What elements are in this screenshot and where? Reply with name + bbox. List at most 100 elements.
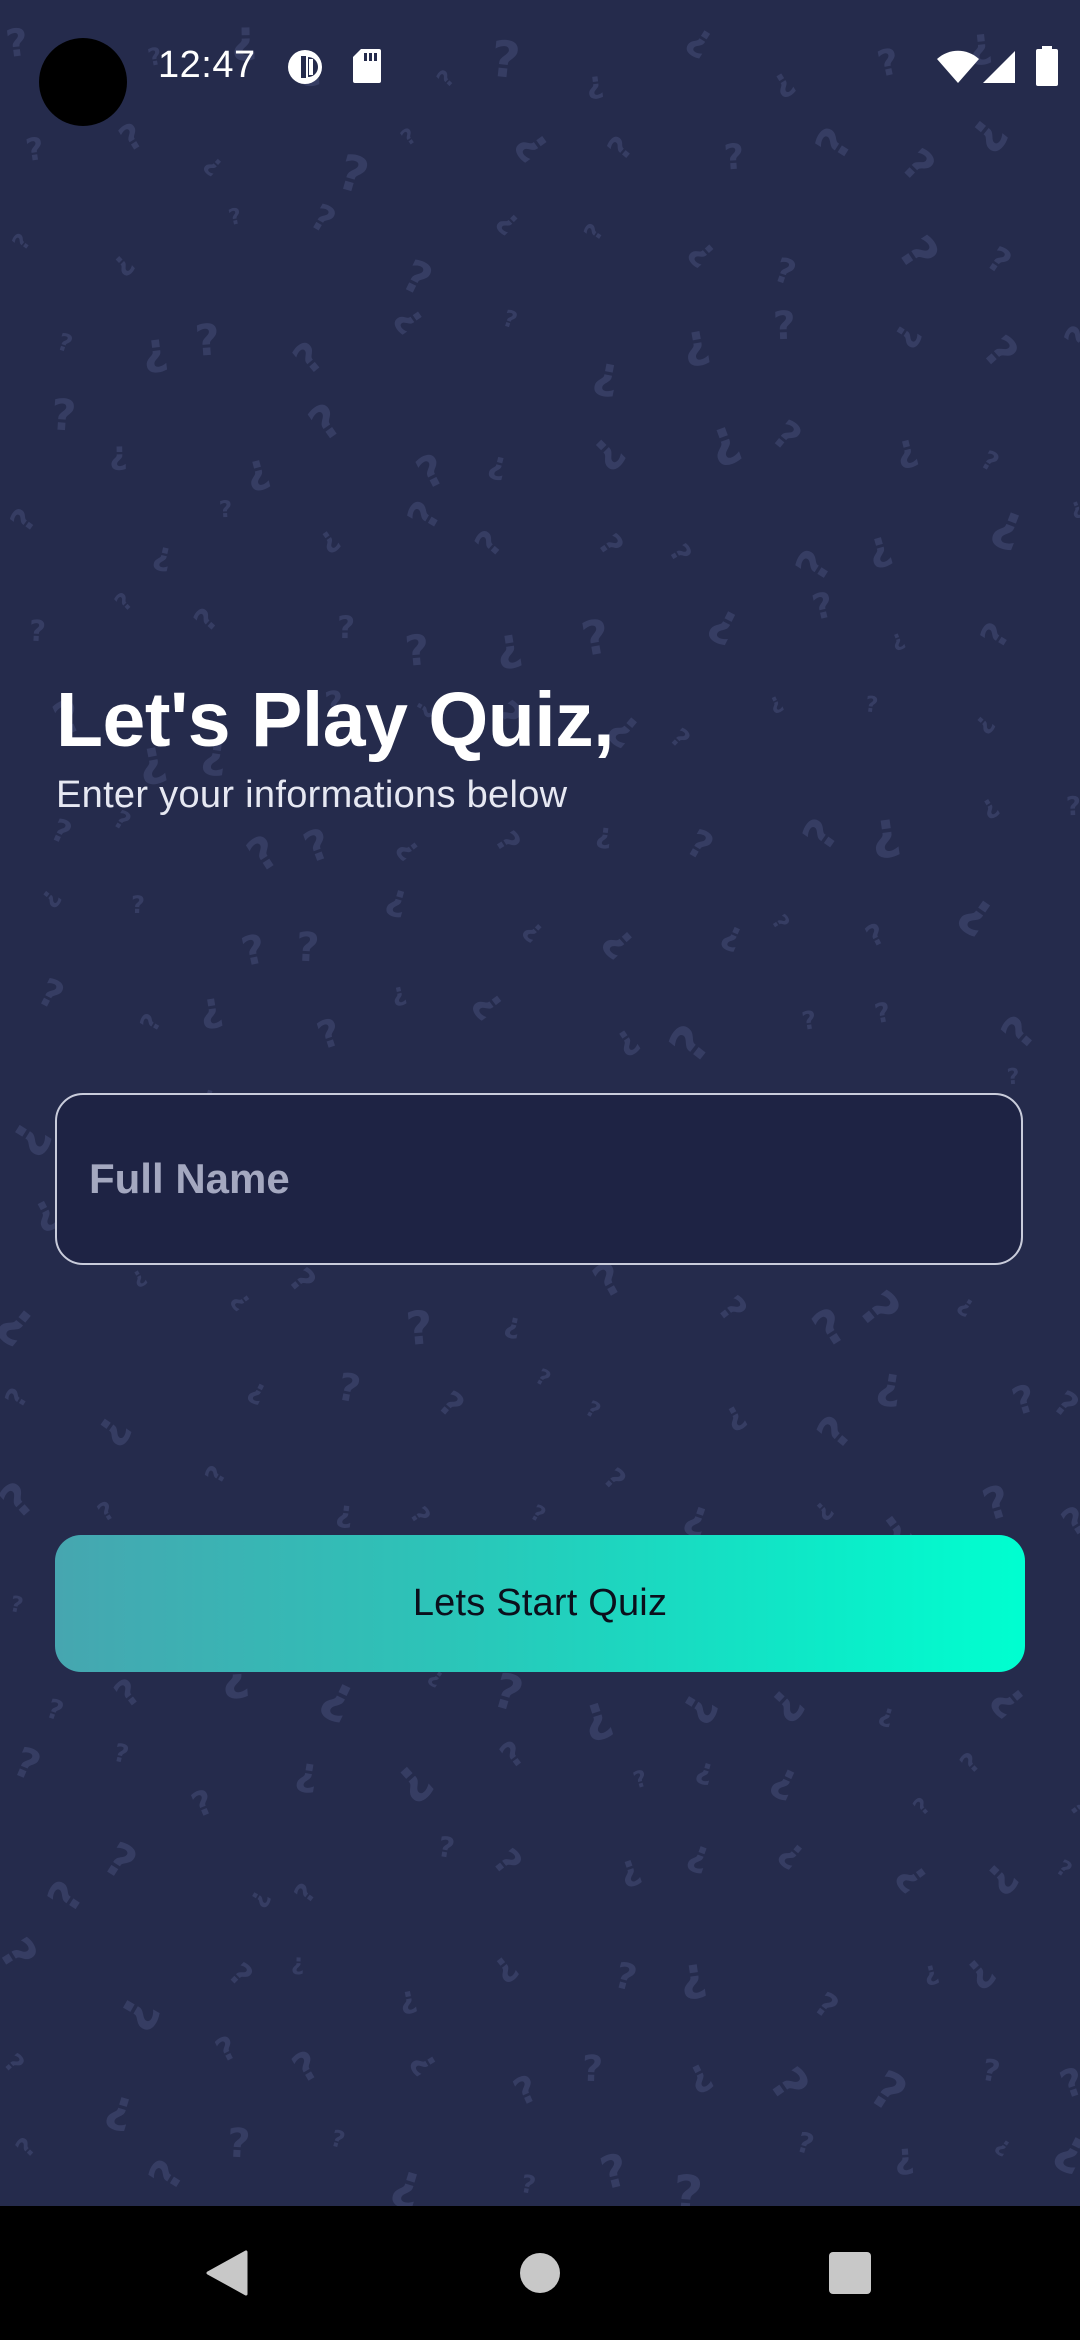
question-mark-pattern-glyph: ?	[769, 249, 801, 295]
question-mark-pattern-glyph: ¿	[953, 1288, 981, 1320]
question-mark-pattern-glyph: ?	[976, 1475, 1017, 1532]
question-mark-pattern-glyph: ?	[226, 203, 245, 232]
home-button[interactable]	[460, 2206, 620, 2340]
question-mark-pattern-glyph: ?	[808, 585, 838, 629]
question-mark-pattern-glyph: ¿	[716, 911, 751, 956]
question-mark-pattern-glyph: ¿	[596, 914, 649, 965]
question-mark-pattern-glyph: ?	[0, 1382, 36, 1414]
start-quiz-button-label: Lets Start Quiz	[412, 1582, 668, 1624]
question-mark-pattern-glyph: ¿	[1065, 493, 1080, 522]
question-mark-pattern-glyph: ?	[45, 811, 77, 853]
question-mark-pattern-glyph: ?	[807, 1984, 846, 2027]
question-mark-pattern-glyph: ?	[859, 2059, 917, 2126]
question-mark-pattern-glyph: ¿	[886, 625, 908, 654]
question-mark-pattern-glyph: ?	[859, 916, 891, 955]
question-mark-pattern-glyph: ¿	[243, 1371, 273, 1408]
question-mark-pattern-glyph: ¿	[310, 519, 344, 557]
question-mark-pattern-glyph: ?	[394, 250, 440, 308]
question-mark-pattern-glyph: ¿	[241, 1883, 274, 1912]
question-mark-pattern-glyph: ?	[610, 1955, 641, 2000]
question-mark-pattern-glyph: ?	[2, 501, 45, 539]
question-mark-pattern-glyph: ¿	[772, 1830, 815, 1874]
question-mark-pattern-glyph: ¿	[678, 2049, 718, 2098]
question-mark-pattern-glyph: ¿	[1047, 2115, 1080, 2180]
question-mark-pattern-glyph: ?	[285, 2042, 328, 2093]
question-mark-pattern-glyph: ?	[284, 332, 334, 385]
question-mark-pattern-glyph: ?	[193, 315, 222, 367]
question-mark-pattern-glyph: ?	[594, 2142, 634, 2201]
question-mark-pattern-glyph: ¿	[952, 1945, 1001, 1995]
question-mark-pattern-glyph: ¿	[32, 881, 65, 912]
question-mark-pattern-glyph: ¿	[0, 1108, 57, 1163]
question-mark-pattern-glyph: ?	[807, 1406, 864, 1459]
question-mark-pattern-glyph: ?	[758, 2057, 820, 2113]
question-mark-pattern-glyph: ¿	[405, 2043, 450, 2080]
question-mark-pattern-glyph: ?	[972, 326, 1028, 380]
question-mark-pattern-glyph: ?	[802, 1296, 857, 1360]
question-mark-pattern-glyph: ¿	[702, 590, 750, 651]
question-mark-pattern-glyph: ?	[430, 1383, 472, 1427]
question-mark-pattern-glyph: ?	[0, 1471, 46, 1529]
question-mark-pattern-glyph: ?	[404, 1501, 437, 1530]
question-mark-pattern-glyph: ?	[772, 303, 797, 350]
question-mark-pattern-glyph: ?	[218, 496, 233, 524]
question-mark-pattern-glyph: ?	[336, 609, 356, 647]
question-mark-pattern-glyph: ?	[298, 392, 352, 452]
back-button[interactable]	[146, 2206, 306, 2340]
question-mark-pattern-glyph: ¿	[466, 979, 517, 1026]
start-quiz-button[interactable]: Lets Start Quiz	[55, 1535, 1025, 1672]
full-name-field[interactable]	[55, 1093, 1023, 1265]
question-mark-pattern-glyph: ?	[199, 1460, 234, 1490]
question-mark-pattern-glyph: ?	[334, 1364, 365, 1412]
question-mark-pattern-glyph: ¿	[81, 1403, 136, 1452]
question-mark-pattern-glyph: ?	[872, 996, 894, 1031]
question-mark-pattern-glyph: ?	[530, 1364, 555, 1393]
question-mark-pattern-glyph: ¿	[333, 1494, 356, 1531]
question-mark-pattern-glyph: ?	[581, 2048, 604, 2091]
question-mark-pattern-glyph: ?	[886, 225, 950, 282]
question-mark-pattern-glyph: ¿	[200, 147, 231, 180]
question-mark-pattern-glyph: ?	[7, 229, 37, 256]
question-mark-pattern-glyph: ¿	[108, 433, 128, 473]
question-mark-pattern-glyph: ?	[679, 820, 721, 870]
question-mark-pattern-glyph: ?	[486, 1662, 530, 1724]
question-mark-pattern-glyph: ?	[954, 1746, 988, 1781]
question-mark-pattern-glyph: ?	[294, 924, 321, 972]
question-mark-pattern-glyph: ?	[785, 541, 843, 591]
recents-button[interactable]	[770, 2206, 930, 2340]
question-mark-pattern-glyph: ?	[577, 609, 614, 668]
question-mark-pattern-glyph: ¿	[665, 1681, 723, 1730]
question-mark-pattern-glyph: ¿	[677, 312, 714, 370]
navigation-bar	[0, 2206, 1080, 2340]
question-mark-pattern-glyph: ?	[578, 218, 610, 246]
question-mark-pattern-glyph: ¿	[518, 912, 552, 947]
question-mark-pattern-glyph: ?	[1006, 1064, 1021, 1091]
question-mark-pattern-glyph: ¿	[101, 1983, 166, 2038]
question-mark-pattern-glyph: ?	[38, 1872, 95, 1922]
question-mark-pattern-glyph: ¿	[919, 1955, 942, 1989]
question-mark-pattern-glyph: ?	[0, 1928, 49, 1980]
quiz-start-screen: ?? ¿ ¿?? ¿ ¿ ¿? ¿??? ¿?? ¿???? ¿?? ¿??? ¿? ¿????? ¿??…	[0, 0, 1080, 2340]
question-mark-pattern-glyph: ?	[209, 2027, 244, 2071]
question-mark-pattern-glyph: ?	[765, 910, 794, 935]
full-name-input[interactable]	[57, 1095, 1021, 1263]
question-mark-pattern-glyph: ?	[590, 527, 631, 563]
data-saver-icon	[286, 48, 324, 91]
question-mark-pattern-glyph: ¿	[290, 1949, 305, 1977]
question-mark-pattern-glyph: ¿	[682, 1831, 717, 1878]
question-mark-pattern-glyph: ¿	[970, 1849, 1024, 1901]
question-mark-pattern-glyph: ?	[49, 390, 78, 442]
question-mark-pattern-glyph: ¿	[890, 1852, 942, 1898]
question-mark-pattern-glyph: ¿	[966, 707, 998, 738]
question-mark-pattern-glyph: ¿	[387, 976, 409, 1009]
question-mark-pattern-glyph: ¿	[0, 1288, 50, 1352]
question-mark-pattern-glyph: ?	[709, 1288, 755, 1331]
question-mark-pattern-glyph: ?	[973, 616, 1019, 656]
question-mark-pattern-glyph: ?	[596, 1461, 633, 1498]
question-mark-pattern-glyph: ?	[130, 890, 146, 920]
question-mark-pattern-glyph: ¿	[605, 1016, 645, 1062]
camera-cutout	[39, 38, 127, 126]
question-mark-pattern-glyph: ¿	[861, 521, 897, 573]
question-mark-pattern-glyph: ¿	[866, 800, 904, 863]
question-mark-pattern-glyph: ¿	[881, 314, 927, 354]
